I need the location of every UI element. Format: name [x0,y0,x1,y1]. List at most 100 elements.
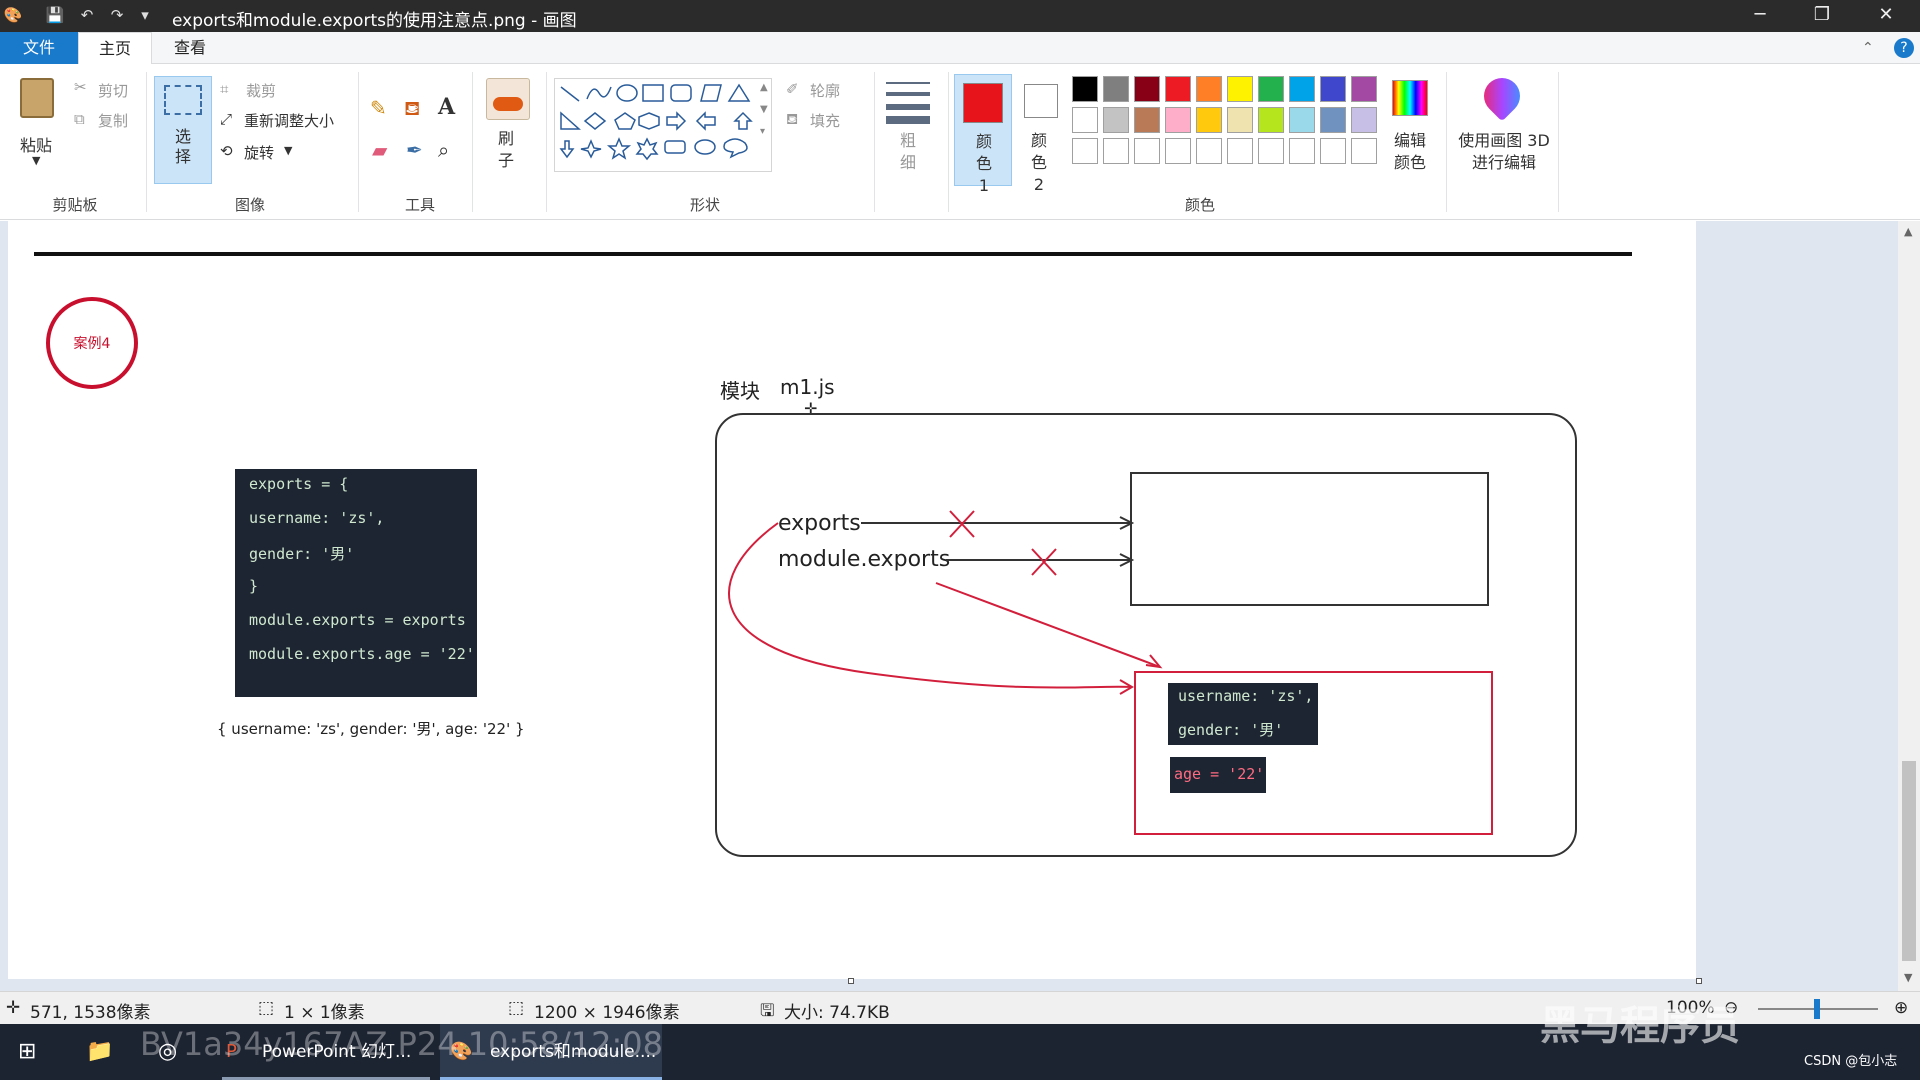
palette-swatch[interactable] [1196,76,1222,102]
close-button[interactable]: ✕ [1856,0,1916,32]
drawing-canvas[interactable]: 案例4 exports = { username: 'zs', gender: … [8,221,1696,979]
cut-button[interactable]: 剪切 [98,80,128,101]
shapes-scroll-down-icon[interactable]: ▼ [760,104,768,115]
color-picker-icon[interactable]: ✒ [406,138,423,162]
image-size-icon: ⬚ [508,998,525,1018]
tab-view[interactable]: 查看 [152,32,228,64]
restore-button[interactable]: ❐ [1792,0,1852,32]
outline-icon: ✐ [786,80,799,98]
scroll-down-icon[interactable]: ▼ [1904,971,1912,984]
palette-swatch[interactable] [1320,107,1346,133]
image-group-label: 图像 [234,196,265,214]
crop-button[interactable]: 裁剪 [246,80,276,101]
shapes-gallery-icons [559,83,753,161]
rotate-button[interactable]: 旋转 [244,142,274,163]
paint3d-icon[interactable] [1476,70,1528,122]
paint3d-button[interactable]: 使用画图 3D 进行编辑 [1458,130,1550,174]
palette-swatch[interactable] [1289,107,1315,133]
palette-swatch[interactable] [1227,107,1253,133]
paste-dropdown-icon[interactable]: ▼ [32,154,40,167]
palette-swatch[interactable] [1072,138,1098,164]
palette-swatch[interactable] [1227,138,1253,164]
palette-swatch[interactable] [1258,138,1284,164]
palette-swatch[interactable] [1103,107,1129,133]
palette-swatch[interactable] [1227,76,1253,102]
palette-swatch[interactable] [1196,107,1222,133]
collapse-ribbon-icon[interactable]: ⌃ [1862,40,1874,56]
fill-icon: ⛾ [786,110,799,128]
size-button[interactable]: 粗细 [900,130,918,174]
palette-swatch[interactable] [1103,138,1129,164]
palette-swatch[interactable] [1134,76,1160,102]
palette-swatch[interactable] [1258,107,1284,133]
tray-text: CSDN @包小志 [1804,1054,1898,1069]
palette-swatch[interactable] [1072,107,1098,133]
canvas-resize-handle[interactable] [848,978,854,984]
quick-access-dropdown-icon[interactable]: ▾ [134,6,156,26]
size-lines-icon[interactable] [884,78,934,124]
palette-swatch[interactable] [1320,76,1346,102]
text-tool-icon[interactable]: A [438,94,455,120]
fill-button[interactable]: 填充 [810,110,840,131]
minimize-button[interactable]: ─ [1730,0,1790,32]
selection-size-icon: ⬚ [258,998,275,1018]
tab-file[interactable]: 文件 [0,32,78,64]
paint-palette-icon: 🎨 [3,6,23,24]
select-rect-icon [164,85,202,115]
crop-icon: ⌗ [220,80,229,98]
cursor-position: 571, 1538像素 [30,1003,151,1023]
copy-button[interactable]: 复制 [98,110,128,131]
vertical-scrollbar[interactable]: ▲ ▼ [1898,221,1920,991]
palette-swatch[interactable] [1351,76,1377,102]
eraser-icon[interactable]: ▰ [372,138,387,162]
canvas-corner-handle[interactable] [1696,978,1702,984]
scrollbar-thumb[interactable] [1902,761,1916,961]
file-explorer-icon[interactable]: 📁 [86,1024,113,1080]
zoom-slider-thumb[interactable] [1814,999,1820,1019]
shapes-scroll-up-icon[interactable]: ▲ [760,82,768,93]
save-icon[interactable]: 💾 [44,6,66,26]
edit-colors-button[interactable]: 编辑颜色 [1392,130,1428,174]
windows-start-icon[interactable]: ⊞ [18,1024,36,1080]
select-button[interactable]: 选择 [154,76,212,184]
palette-swatch[interactable] [1134,107,1160,133]
undo-icon[interactable]: ↶ [76,6,98,26]
resize-icon: ⤢ [220,110,233,128]
palette-swatch[interactable] [1351,107,1377,133]
palette-swatch[interactable] [1289,138,1315,164]
brushes-button[interactable]: 刷子 [498,128,516,172]
rotate-dropdown-icon[interactable]: ▼ [284,144,292,157]
fill-bucket-icon[interactable]: ⛾ [404,96,420,123]
redo-icon[interactable]: ↷ [106,6,128,26]
copy-icon: ⧉ [74,110,85,128]
palette-swatch[interactable] [1072,76,1098,102]
palette-swatch[interactable] [1103,76,1129,102]
palette-swatch[interactable] [1258,76,1284,102]
palette-swatch[interactable] [1165,76,1191,102]
tab-home[interactable]: 主页 [78,32,152,66]
help-icon[interactable]: ? [1894,38,1914,58]
edit-colors-icon[interactable] [1392,80,1428,116]
magnifier-icon[interactable]: ⌕ [438,138,449,162]
shapes-group-label: 形状 [689,196,720,214]
zoom-in-icon[interactable]: ⊕ [1894,998,1908,1018]
palette-swatch[interactable] [1196,138,1222,164]
shapes-expand-icon[interactable]: ▾ [760,126,765,137]
brush-icon[interactable] [486,78,530,120]
pencil-icon[interactable]: ✎ [370,96,387,120]
palette-swatch[interactable] [1165,107,1191,133]
palette-swatch[interactable] [1289,76,1315,102]
paste-button[interactable]: 粘贴 [20,132,52,156]
paste-icon[interactable] [20,78,54,118]
brand-watermark: 黑马程序员 [1540,1003,1740,1049]
scroll-up-icon[interactable]: ▲ [1904,225,1912,238]
palette-swatch[interactable] [1134,138,1160,164]
shapes-gallery[interactable] [554,78,772,172]
palette-swatch[interactable] [1320,138,1346,164]
color1-button[interactable]: 颜色 1 [954,74,1012,195]
color2-button[interactable]: 颜色 2 [1018,74,1068,194]
resize-button[interactable]: 重新调整大小 [244,110,334,131]
outline-button[interactable]: 轮廓 [810,80,840,101]
palette-swatch[interactable] [1351,138,1377,164]
palette-swatch[interactable] [1165,138,1191,164]
